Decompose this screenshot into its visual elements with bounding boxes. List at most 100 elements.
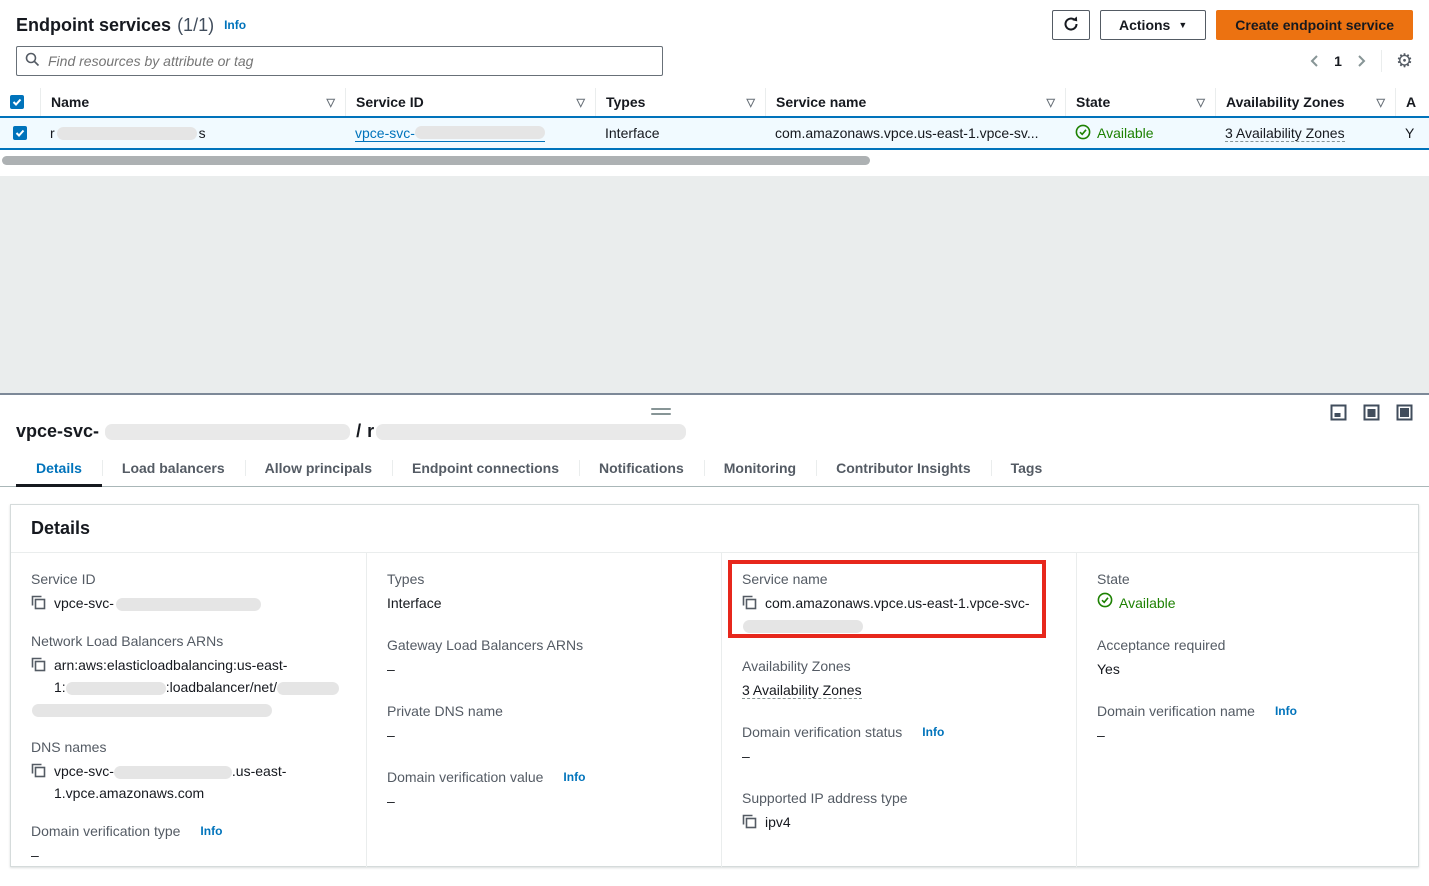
status-badge: Available xyxy=(1097,592,1176,614)
field-value: – xyxy=(742,745,1056,767)
availability-zones-popover-trigger[interactable]: 3 Availability Zones xyxy=(1225,125,1345,142)
field-label: Domain verification value xyxy=(387,767,543,787)
previous-page-button[interactable] xyxy=(1309,54,1320,68)
next-page-button[interactable] xyxy=(1356,54,1367,68)
field-service-id: Service ID vpce-svc- xyxy=(31,569,346,614)
search-box[interactable] xyxy=(16,46,663,76)
field-label: Service name xyxy=(742,569,828,589)
field-domain-verification-type: Domain verification type Info – xyxy=(31,821,346,866)
settings-gear-icon[interactable]: ⚙ xyxy=(1396,52,1413,71)
table-row[interactable]: r s vpce-svc- Interface com.amazonaws.vp… xyxy=(0,116,1429,150)
tab-details[interactable]: Details xyxy=(16,454,102,486)
nlb-arn-value: arn:aws:elasticloadbalancing:us-east- xyxy=(54,657,287,673)
availability-zones-popover-trigger[interactable]: 3 Availability Zones xyxy=(742,682,862,699)
page-header: Endpoint services (1/1) Info Actions ▼ C… xyxy=(0,0,1429,40)
tab-tags[interactable]: Tags xyxy=(991,454,1063,486)
service-id-link[interactable]: vpce-svc- xyxy=(355,125,545,142)
create-button-label: Create endpoint service xyxy=(1235,17,1394,33)
panel-title-name-prefix: r xyxy=(367,421,374,442)
partial-text: Y xyxy=(1405,125,1414,141)
info-link[interactable]: Info xyxy=(200,821,222,841)
column-header-state[interactable]: State ▽ xyxy=(1065,88,1215,116)
field-value: – xyxy=(387,724,701,746)
column-header-partial[interactable]: A xyxy=(1395,88,1429,116)
copy-icon[interactable] xyxy=(742,814,757,829)
check-circle-icon xyxy=(1097,592,1113,614)
panel-size-small-icon[interactable] xyxy=(1330,404,1347,421)
current-page-number[interactable]: 1 xyxy=(1334,53,1342,69)
column-label: Availability Zones xyxy=(1226,94,1345,110)
redacted-text xyxy=(376,424,686,440)
panel-resize-handle[interactable] xyxy=(651,408,671,418)
column-label: Types xyxy=(606,94,645,110)
column-header-availability-zones[interactable]: Availability Zones ▽ xyxy=(1215,88,1395,116)
field-domain-verification-status: Domain verification status Info – xyxy=(742,722,1056,767)
column-header-name[interactable]: Name ▽ xyxy=(40,88,345,116)
tab-load-balancers[interactable]: Load balancers xyxy=(102,454,245,486)
page-info-link[interactable]: Info xyxy=(224,18,246,32)
copy-icon[interactable] xyxy=(31,657,46,672)
actions-button[interactable]: Actions ▼ xyxy=(1100,10,1206,40)
field-acceptance-required: Acceptance required Yes xyxy=(1097,635,1398,680)
field-label: Domain verification type xyxy=(31,821,180,841)
tab-endpoint-connections[interactable]: Endpoint connections xyxy=(392,454,579,486)
details-card-body: Service ID vpce-svc- Network Load Balanc… xyxy=(11,553,1418,867)
column-label: Name xyxy=(51,94,89,110)
copy-icon[interactable] xyxy=(742,595,757,610)
types-text: Interface xyxy=(605,125,659,141)
details-column-2: Types Interface Gateway Load Balancers A… xyxy=(366,553,721,867)
panel-size-medium-icon[interactable] xyxy=(1363,404,1380,421)
field-types: Types Interface xyxy=(387,569,701,614)
copy-icon[interactable] xyxy=(31,595,46,610)
info-link[interactable]: Info xyxy=(563,767,585,787)
search-input[interactable] xyxy=(46,52,654,70)
tab-monitoring[interactable]: Monitoring xyxy=(704,454,816,486)
background-filler xyxy=(0,176,1429,393)
select-all-checkbox-cell xyxy=(0,88,40,116)
field-private-dns-name: Private DNS name – xyxy=(387,701,701,746)
tab-contributor-insights[interactable]: Contributor Insights xyxy=(816,454,991,486)
resource-count: (1/1) xyxy=(177,15,214,36)
field-state: State Available xyxy=(1097,569,1398,614)
status-badge: Available xyxy=(1075,124,1154,143)
horizontal-scrollbar-thumb[interactable] xyxy=(2,156,870,165)
name-text: r xyxy=(50,125,55,141)
row-checkbox-cell xyxy=(0,118,40,148)
panel-size-large-icon[interactable] xyxy=(1396,404,1413,421)
redacted-text xyxy=(277,682,339,695)
details-column-1: Service ID vpce-svc- Network Load Balanc… xyxy=(11,553,366,867)
sort-icon: ▽ xyxy=(1197,96,1205,109)
details-column-4: State Available Acceptance required Yes xyxy=(1076,553,1418,867)
field-label: Supported IP address type xyxy=(742,788,908,808)
panel-tabs: Details Load balancers Allow principals … xyxy=(0,454,1429,487)
tab-notifications[interactable]: Notifications xyxy=(579,454,704,486)
check-circle-icon xyxy=(1075,124,1091,143)
sort-icon: ▽ xyxy=(577,96,585,109)
copy-icon[interactable] xyxy=(31,763,46,778)
refresh-button[interactable] xyxy=(1052,10,1090,40)
column-header-types[interactable]: Types ▽ xyxy=(595,88,765,116)
select-all-checkbox[interactable] xyxy=(10,95,24,109)
service-id-text: vpce-svc- xyxy=(355,125,415,141)
table-header-row: Name ▽ Service ID ▽ Types ▽ Service name… xyxy=(0,88,1429,116)
info-link[interactable]: Info xyxy=(922,722,944,742)
row-checkbox[interactable] xyxy=(13,126,27,140)
cell-availability-zones: 3 Availability Zones xyxy=(1215,118,1395,148)
column-header-service-id[interactable]: Service ID ▽ xyxy=(345,88,595,116)
info-link[interactable]: Info xyxy=(1275,701,1297,721)
redacted-text xyxy=(116,598,261,611)
field-glb-arns: Gateway Load Balancers ARNs – xyxy=(387,635,701,680)
redacted-text xyxy=(105,424,350,440)
field-value: – xyxy=(387,658,701,680)
dns-name-value: vpce-svc- xyxy=(54,763,114,779)
column-header-service-name[interactable]: Service name ▽ xyxy=(765,88,1065,116)
field-label: Availability Zones xyxy=(742,656,851,676)
cell-service-name: com.amazonaws.vpce.us-east-1.vpce-sv... xyxy=(765,118,1065,148)
create-endpoint-service-button[interactable]: Create endpoint service xyxy=(1216,10,1413,40)
tab-allow-principals[interactable]: Allow principals xyxy=(245,454,392,486)
service-name-value: com.amazonaws.vpce.us-east-1.vpce-svc- xyxy=(765,595,1030,611)
panel-title-separator: / xyxy=(356,421,361,442)
column-label: Service ID xyxy=(356,94,424,110)
sort-icon: ▽ xyxy=(1047,96,1055,109)
handle-bar xyxy=(651,413,671,415)
